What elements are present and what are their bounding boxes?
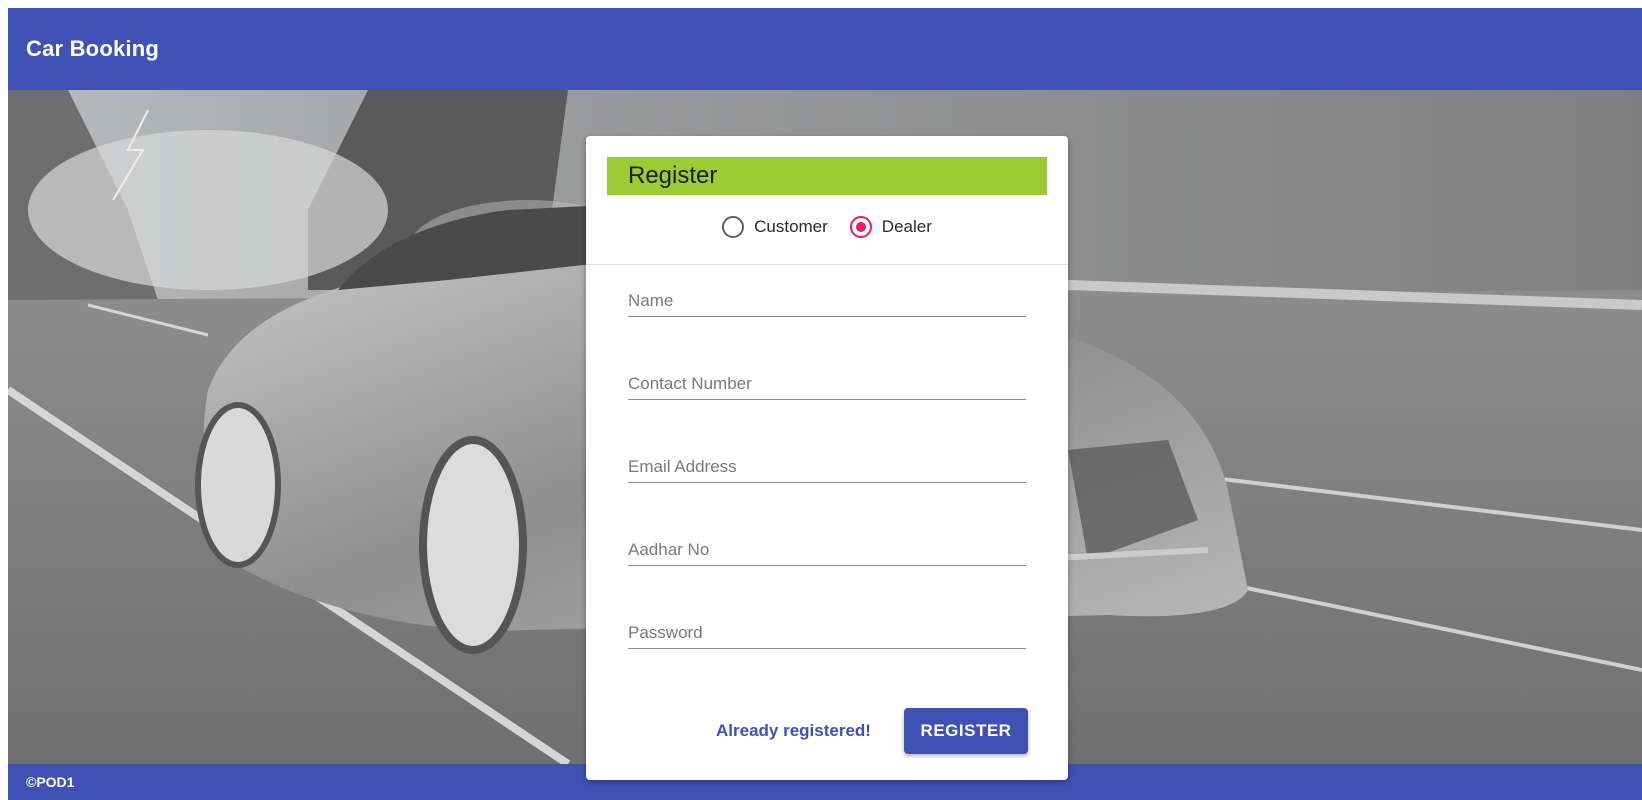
- aadhar-input[interactable]: [628, 535, 1026, 565]
- register-heading-bar: Register: [607, 157, 1047, 195]
- radio-customer[interactable]: Customer: [722, 216, 828, 238]
- form-actions: Already registered! REGISTER: [586, 708, 1068, 754]
- aadhar-field-wrapper: [628, 535, 1026, 566]
- radio-customer-circle[interactable]: [722, 216, 745, 238]
- register-button[interactable]: REGISTER: [904, 708, 1028, 754]
- radio-customer-label: Customer: [754, 217, 828, 236]
- radio-dealer[interactable]: Dealer: [849, 216, 932, 238]
- radio-dealer-label: Dealer: [881, 217, 932, 236]
- register-card: Register Customer Dealer Name Contact Nu…: [586, 136, 1068, 780]
- email-input[interactable]: [628, 452, 1026, 482]
- role-radio-group: Customer Dealer: [586, 212, 1068, 242]
- register-heading: Register: [628, 162, 718, 189]
- form-divider: [586, 264, 1068, 265]
- top-toolbar: Car Booking: [8, 8, 1642, 90]
- password-input[interactable]: [628, 618, 1026, 648]
- radio-dealer-circle[interactable]: [849, 216, 872, 238]
- already-registered-link[interactable]: Already registered!: [716, 708, 871, 754]
- contact-number-input[interactable]: [628, 369, 1026, 399]
- copyright-text: ©POD1: [26, 774, 75, 790]
- contact-field-wrapper: [628, 369, 1026, 400]
- name-input[interactable]: [628, 286, 1026, 316]
- app-title: Car Booking: [26, 36, 159, 61]
- name-field-wrapper: [628, 286, 1026, 317]
- password-field-wrapper: [628, 618, 1026, 649]
- email-field-wrapper: [628, 452, 1026, 483]
- app-frame: Car Booking ©POD1 Register Customer Deal…: [8, 8, 1642, 800]
